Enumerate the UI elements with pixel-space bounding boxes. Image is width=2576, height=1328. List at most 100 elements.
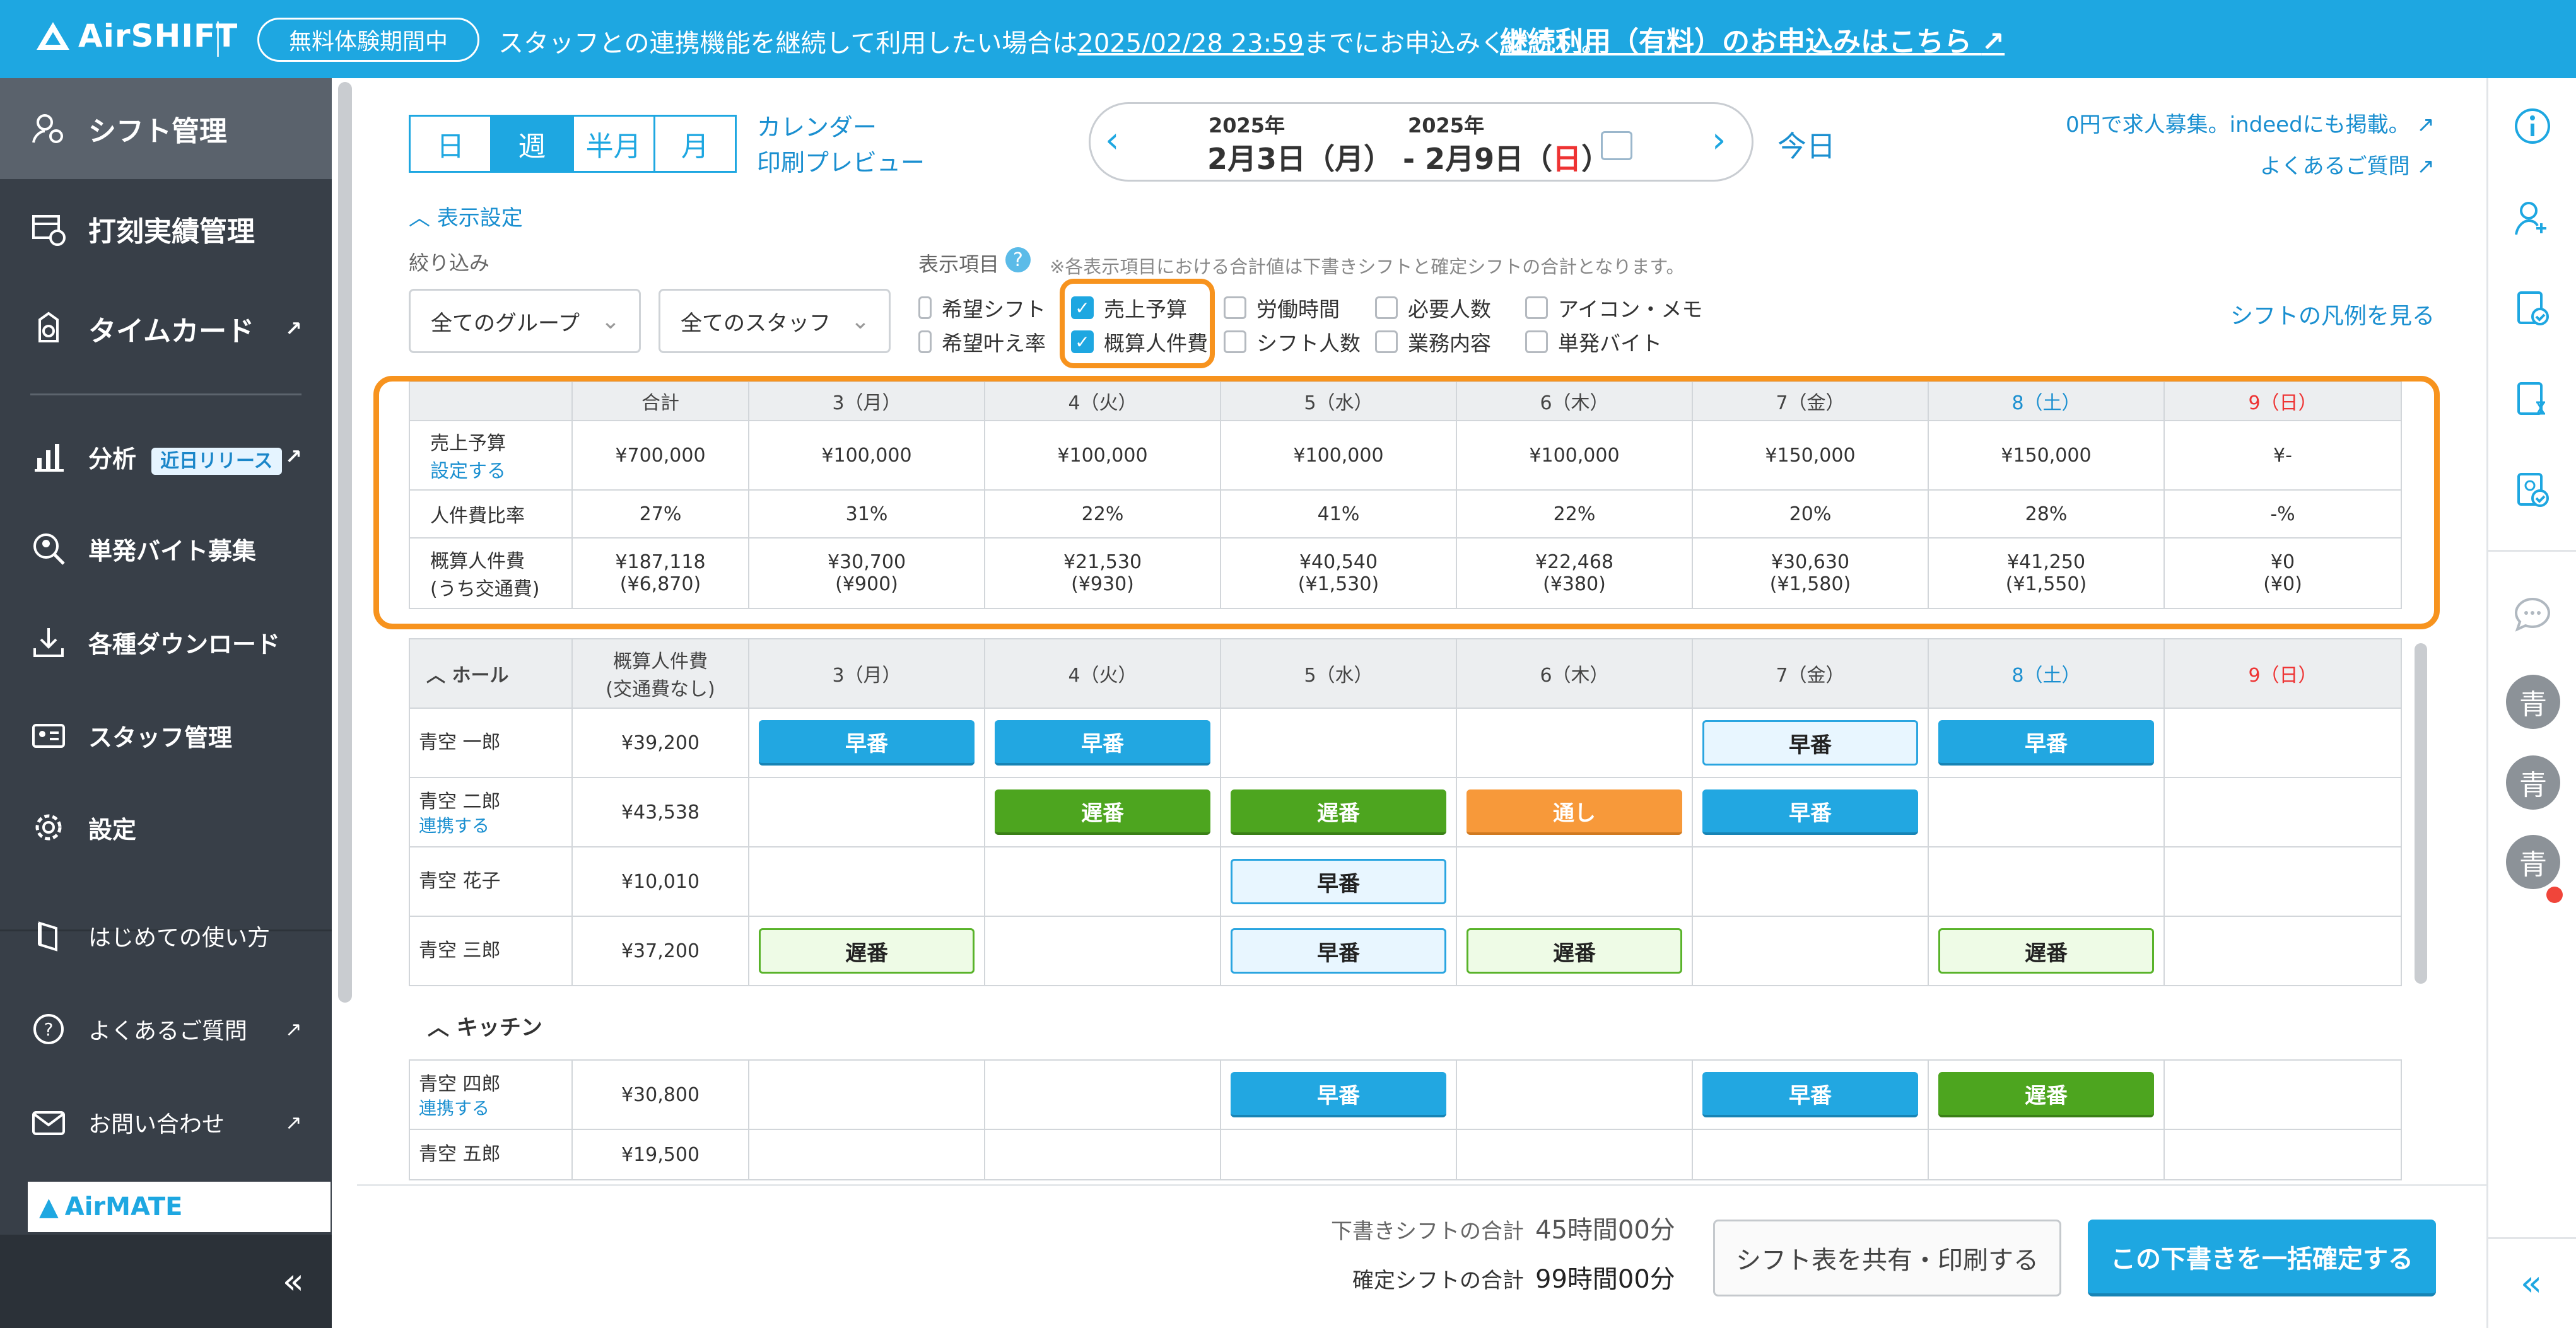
view-month-button[interactable]: 月 [655,117,735,171]
shift-cell[interactable]: 遅番 [1220,777,1457,847]
checkbox-fulfillment-rate[interactable]: 希望叶え率 [918,327,1046,357]
shift-cell[interactable] [748,777,985,847]
confirm-all-button[interactable]: この下書きを一括確定する [2088,1220,2436,1296]
shift-cell[interactable]: 通し [1456,777,1693,847]
shift-cell[interactable] [1692,846,1929,917]
recruit-link[interactable]: 0円で求人募集。indeedにも掲載。 ↗ [2066,107,2435,138]
checkbox-required-headcount[interactable]: 必要人数 [1375,293,1491,323]
sidebar-scrollbar[interactable] [338,82,352,1003]
shift-cell[interactable] [2163,777,2402,847]
kitchen-section-header[interactable]: ︿ キッチン [428,1010,542,1041]
shift-check-icon[interactable] [2510,286,2555,332]
staff-check-icon[interactable] [2510,468,2555,513]
shift-cell[interactable] [984,1059,1221,1130]
shift-cell[interactable]: 早番 [1692,708,1929,778]
group-select[interactable]: 全てのグループ ⌄ [409,289,641,353]
add-user-icon[interactable] [2510,195,2555,241]
chevron-left-icon[interactable]: ‹ [1105,120,1119,161]
sidebar-item-punch-records[interactable]: 打刻実績管理 [0,179,332,279]
today-button[interactable]: 今日 [1777,124,1835,165]
share-print-button[interactable]: シフト表を共有・印刷する [1713,1220,2061,1296]
avatar[interactable]: 青 [2506,755,2560,810]
shift-pill[interactable]: 早番 [758,720,975,766]
sidebar-item-timecard[interactable]: タイムカード ↗ [0,279,332,378]
sidebar-item-staff-management[interactable]: スタッフ管理 [0,689,332,782]
faq-link[interactable]: よくあるご質問 ↗ [2260,149,2435,180]
shift-cell[interactable] [1928,846,2165,917]
shift-cell[interactable] [1692,1129,1929,1180]
view-day-button[interactable]: 日 [411,117,493,171]
shift-cell[interactable] [1456,708,1693,778]
shift-cell[interactable] [984,916,1221,986]
staff-name-cell[interactable]: 青空 五郎 [409,1129,573,1180]
sidebar-item-downloads[interactable]: 各種ダウンロード [0,595,332,689]
shift-cell[interactable]: 遅番 [1928,916,2165,986]
shift-pill[interactable]: 遅番 [758,928,975,974]
continue-subscription-link[interactable]: 継続利用（有料）のお申込みはこちら ↗ [1500,19,2005,59]
shift-cell[interactable]: 早番 [1220,846,1457,917]
shift-pill[interactable]: 早番 [1938,720,2155,766]
sidebar-item-getting-started[interactable]: はじめての使い方 [0,889,332,982]
calendar-print-preview-link[interactable]: カレンダー 印刷プレビュー [757,110,925,180]
airshift-logo[interactable]: AirSHIFT [37,18,238,54]
staff-name-cell[interactable]: 青空 二郎 連携する [409,777,573,847]
shift-cell[interactable] [2163,1059,2402,1130]
sidebar-item-contact[interactable]: お問い合わせ ↗ [0,1076,332,1169]
shift-cell[interactable]: 早番 [1928,708,2165,778]
display-settings-toggle[interactable]: ︿ 表示設定 [409,201,523,231]
shift-cell[interactable]: 遅番 [984,777,1221,847]
main-scrollbar[interactable] [2415,643,2427,984]
shift-cell[interactable] [1220,1129,1457,1180]
shift-cell[interactable] [2163,708,2402,778]
shift-pill[interactable]: 早番 [1230,928,1447,974]
shift-cell[interactable] [748,1129,985,1180]
shift-pill[interactable]: 通し [1466,789,1683,835]
shift-pill[interactable]: 早番 [994,720,1211,766]
shift-cell[interactable] [2163,846,2402,917]
shift-cell[interactable] [2163,1129,2402,1180]
info-icon[interactable] [2510,103,2555,149]
shift-cell[interactable]: 早番 [1220,916,1457,986]
view-halfmonth-button[interactable]: 半月 [574,117,655,171]
shift-pill[interactable]: 遅番 [1938,928,2155,974]
checkbox-work-hours[interactable]: 労働時間 [1224,293,1340,323]
sidebar-item-one-time-jobs[interactable]: 単発バイト募集 [0,502,332,595]
shift-cell[interactable]: 遅番 [1456,916,1693,986]
sidebar-item-settings[interactable]: 設定 [0,781,332,874]
collapse-rail-button[interactable]: « [2486,1237,2576,1328]
staff-name-cell[interactable]: 青空 三郎 [409,916,573,986]
shift-cell[interactable]: 早番 [984,708,1221,778]
staff-name-cell[interactable]: 青空 花子 [409,846,573,917]
view-week-button[interactable]: 週 [492,117,574,171]
avatar[interactable]: 青 [2506,675,2560,729]
help-icon[interactable]: ? [1005,247,1031,272]
staff-name-cell[interactable]: 青空 一郎 [409,708,573,778]
checkbox-shift-headcount[interactable]: シフト人数 [1224,327,1361,357]
sidebar-item-faq[interactable]: ? よくあるご質問 ↗ [0,982,332,1076]
shift-cell[interactable] [2163,916,2402,986]
sidebar-item-shift-management[interactable]: シフト管理 [0,78,332,179]
shift-cell[interactable]: 遅番 [1928,1059,2165,1130]
collapse-sidebar-button[interactable]: « [0,1235,332,1328]
shift-cell[interactable] [984,846,1221,917]
shift-pill[interactable]: 早番 [1702,1072,1919,1117]
shift-pending-icon[interactable] [2510,377,2555,422]
shift-cell[interactable] [1928,777,2165,847]
shift-legend-link[interactable]: シフトの凡例を見る [2230,298,2435,330]
sidebar-item-analytics[interactable]: 分析 近日リリース ↗ [0,410,332,503]
checkbox-task-content[interactable]: 業務内容 [1375,327,1491,357]
shift-pill[interactable]: 早番 [1230,859,1447,904]
shift-cell[interactable] [748,1059,985,1130]
shift-cell[interactable]: 早番 [1692,777,1929,847]
shift-cell[interactable] [1456,1059,1693,1130]
shift-cell[interactable]: 早番 [748,708,985,778]
checkbox-desired-shift[interactable]: 希望シフト [918,293,1046,323]
shift-pill[interactable]: 遅番 [1466,928,1683,974]
link-staff-link[interactable]: 連携する [419,1098,571,1119]
chevron-right-icon[interactable]: › [1712,120,1726,161]
chat-icon[interactable] [2510,591,2555,637]
staff-select[interactable]: 全てのスタッフ ⌄ [659,289,891,353]
shift-cell[interactable] [1692,916,1929,986]
shift-cell[interactable] [1220,708,1457,778]
shift-pill[interactable]: 遅番 [1938,1072,2155,1117]
